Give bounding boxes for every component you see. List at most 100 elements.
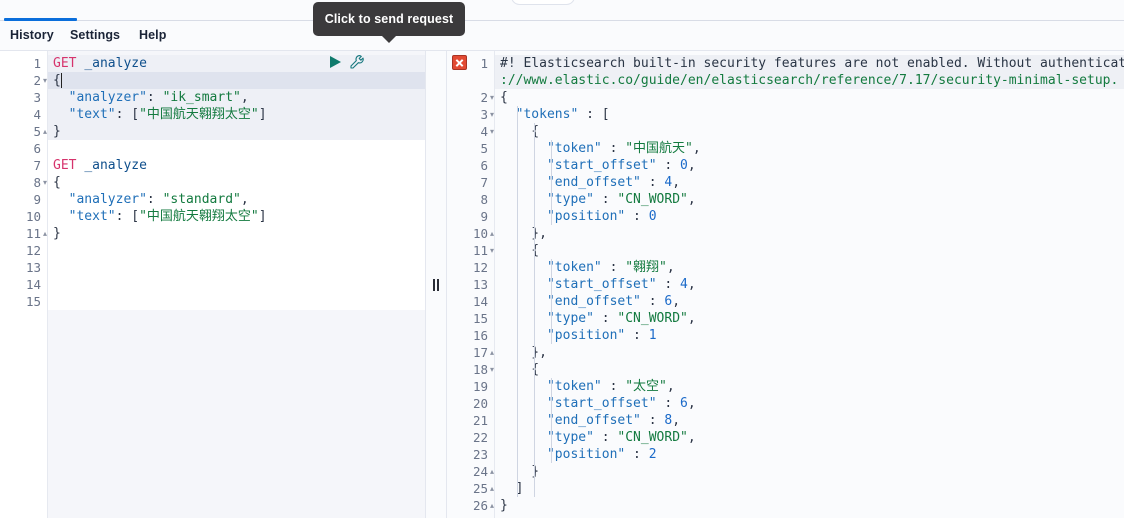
code-line[interactable]: "text": ["中国航天翱翔太空"]: [48, 208, 425, 225]
code-token: "start_offset": [500, 396, 657, 411]
code-line[interactable]: "position" : 0: [495, 208, 1124, 225]
code-token: "text": [53, 107, 116, 122]
resize-grip-icon[interactable]: [433, 278, 440, 291]
code-line[interactable]: "type" : "CN_WORD",: [495, 429, 1124, 446]
play-icon[interactable]: [330, 56, 341, 68]
code-line[interactable]: {: [48, 174, 425, 191]
code-line-text: },: [495, 225, 547, 242]
code-line[interactable]: [48, 140, 425, 157]
code-token: :: [640, 294, 665, 309]
code-token: : [: [115, 209, 140, 224]
code-line[interactable]: "analyzer": "ik_smart",: [48, 89, 425, 106]
code-line[interactable]: },: [495, 344, 1124, 361]
code-line[interactable]: "start_offset" : 0,: [495, 157, 1124, 174]
code-line[interactable]: }: [495, 497, 1124, 514]
code-line[interactable]: {: [495, 89, 1124, 106]
response-content[interactable]: #! Elasticsearch built-in security featu…: [495, 51, 1124, 518]
code-line[interactable]: "end_offset" : 6,: [495, 293, 1124, 310]
code-line[interactable]: "analyzer": "standard",: [48, 191, 425, 208]
response-gutter: 1 2 ▾ 3 ▾ 4 ▾ 5 6 7 8 9 10 ▴ 11 ▾ 12 13 14 15 16 17 ▴ 18 ▾ 19 20 21…: [447, 51, 495, 518]
code-line-text: GET _analyze: [48, 55, 147, 72]
code-line[interactable]: [48, 276, 425, 293]
code-token: "ik_smart": [162, 90, 241, 105]
code-token: {: [500, 90, 508, 105]
code-token: ,: [687, 192, 696, 207]
partial-pill-control[interactable]: [511, 0, 575, 5]
code-token: :: [656, 158, 681, 173]
code-line[interactable]: #! Elasticsearch built-in security featu…: [495, 55, 1124, 72]
code-token: 1: [648, 328, 657, 343]
code-line[interactable]: "tokens" : [: [495, 106, 1124, 123]
error-close-icon[interactable]: [452, 55, 467, 70]
line-number: 22: [472, 430, 488, 445]
code-line[interactable]: {: [48, 72, 425, 89]
code-token: 6: [680, 396, 688, 411]
code-token: :: [146, 192, 163, 207]
request-editor-content[interactable]: GET _analyze{ "analyzer": "ik_smart", "t…: [48, 51, 425, 518]
code-line[interactable]: {: [495, 123, 1124, 140]
code-line[interactable]: "token" : "翱翔",: [495, 259, 1124, 276]
code-line[interactable]: ]: [495, 480, 1124, 497]
pane-splitter[interactable]: [425, 51, 447, 518]
line-number: 15: [25, 294, 41, 309]
code-token: :: [593, 311, 618, 326]
code-line[interactable]: "type" : "CN_WORD",: [495, 310, 1124, 327]
code-line[interactable]: }: [48, 225, 425, 242]
code-line[interactable]: [48, 259, 425, 276]
code-line-text: }: [48, 123, 61, 140]
code-line[interactable]: GET _analyze: [48, 157, 425, 174]
code-line[interactable]: },: [495, 225, 1124, 242]
code-line-text: "token" : "中国航天",: [495, 140, 701, 157]
code-token: "CN_WORD": [617, 430, 688, 445]
line-number: 5: [33, 124, 41, 139]
code-token: "end_offset": [500, 413, 641, 428]
code-token: },: [500, 345, 547, 360]
code-line[interactable]: "position" : 2: [495, 446, 1124, 463]
code-line[interactable]: "type" : "CN_WORD",: [495, 191, 1124, 208]
request-actions: [330, 54, 372, 70]
response-pane[interactable]: 1 2 ▾ 3 ▾ 4 ▾ 5 6 7 8 9 10 ▴ 11 ▾ 12 13 14 15 16 17 ▴ 18 ▾ 19 20 21…: [447, 51, 1124, 518]
code-line-text: "type" : "CN_WORD",: [495, 191, 696, 208]
line-number: 17: [472, 345, 488, 360]
code-line[interactable]: "token" : "中国航天",: [495, 140, 1124, 157]
editor-gutter[interactable]: 1 2 ▾ 3 4 5 ▴ 6 7 8 ▾ 9 10 11 ▴ 12 13 14 15: [0, 51, 48, 518]
indent-guide-3b: [551, 259, 552, 344]
code-line[interactable]: "text": ["中国航天翱翔太空"]: [48, 106, 425, 123]
line-number: 13: [25, 260, 41, 275]
code-token: "翱翔": [625, 260, 667, 275]
code-line[interactable]: "end_offset" : 4,: [495, 174, 1124, 191]
menu-item-settings[interactable]: Settings: [70, 28, 120, 42]
code-line[interactable]: }: [495, 463, 1124, 480]
code-line[interactable]: "start_offset" : 4,: [495, 276, 1124, 293]
code-line-text: "text": ["中国航天翱翔太空"]: [48, 106, 267, 123]
code-line[interactable]: "end_offset" : 8,: [495, 412, 1124, 429]
code-line[interactable]: "token" : "太空",: [495, 378, 1124, 395]
line-number: 20: [472, 396, 488, 411]
code-token: ,: [692, 141, 701, 156]
code-line[interactable]: {: [495, 361, 1124, 378]
code-line-text: "start_offset" : 4,: [495, 276, 696, 293]
code-line[interactable]: [48, 293, 425, 310]
code-line-text: #! Elasticsearch built-in security featu…: [495, 55, 1124, 72]
code-line[interactable]: [48, 242, 425, 259]
wrench-icon[interactable]: [349, 54, 365, 70]
request-editor-pane[interactable]: 1 2 ▾ 3 4 5 ▴ 6 7 8 ▾ 9 10 11 ▴ 12 13 14 15 GET _analyze{ …: [0, 51, 425, 518]
indent-guide-1: [517, 106, 518, 497]
code-token: "type": [500, 430, 594, 445]
code-line-text: "analyzer": "ik_smart",: [48, 89, 249, 106]
code-token: ]: [500, 481, 524, 496]
code-line[interactable]: ://www.elastic.co/guide/en/elasticsearch…: [495, 72, 1124, 89]
code-line[interactable]: "start_offset" : 6,: [495, 395, 1124, 412]
code-line-text: ]: [495, 480, 524, 497]
code-line[interactable]: {: [495, 242, 1124, 259]
line-number: 10: [472, 226, 488, 241]
menu-item-help[interactable]: Help: [139, 28, 167, 42]
menu-item-history[interactable]: History: [10, 28, 54, 42]
code-token: : [: [578, 107, 610, 122]
code-token: ,: [687, 311, 696, 326]
code-token: ,: [666, 379, 675, 394]
code-token: ,: [672, 175, 681, 190]
code-line[interactable]: "position" : 1: [495, 327, 1124, 344]
code-line[interactable]: }: [48, 123, 425, 140]
